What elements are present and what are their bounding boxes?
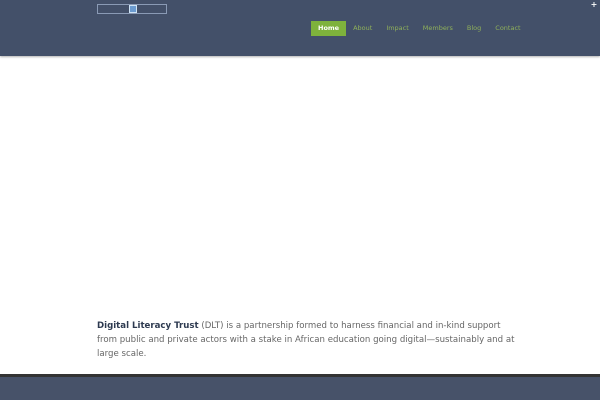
nav-impact[interactable]: Impact — [379, 21, 415, 36]
org-name: Digital Literacy Trust — [97, 320, 199, 331]
nav-members[interactable]: Members — [416, 21, 460, 36]
nav-blog[interactable]: Blog — [460, 21, 488, 36]
nav-about[interactable]: About — [346, 21, 379, 36]
nav-home[interactable]: Home — [311, 21, 347, 36]
intro-paragraph: Digital Literacy Trust (DLT) is a partne… — [97, 319, 517, 361]
site-logo[interactable] — [97, 4, 167, 14]
main-nav: Home About Impact Members Blog Contact — [311, 21, 528, 36]
plus-icon[interactable]: + — [590, 1, 598, 9]
site-footer — [0, 377, 600, 400]
image-placeholder-icon — [129, 5, 137, 13]
nav-contact[interactable]: Contact — [488, 21, 527, 36]
site-header: Home About Impact Members Blog Contact + — [0, 0, 600, 56]
